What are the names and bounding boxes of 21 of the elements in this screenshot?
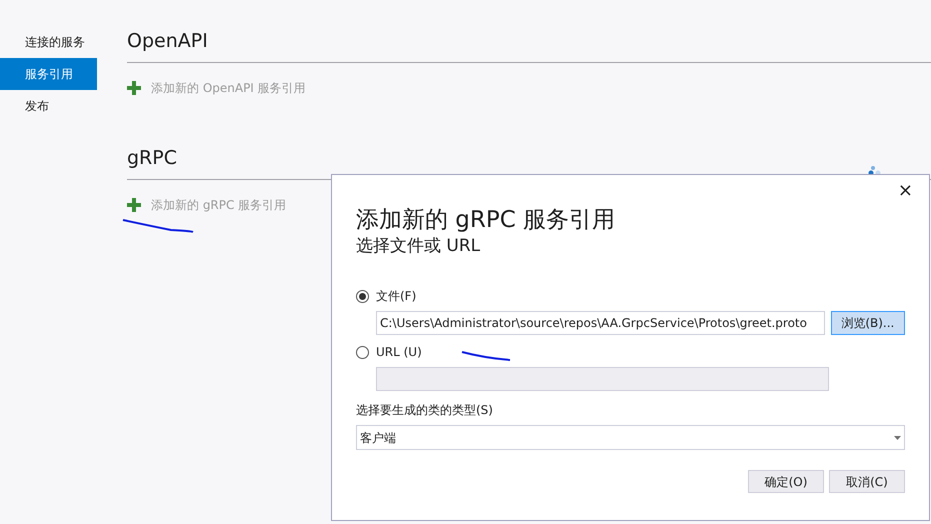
type-dropdown[interactable]: 客户端	[356, 425, 905, 450]
plus-icon	[127, 81, 141, 95]
close-button[interactable]: ×	[894, 181, 917, 201]
section-heading: OpenAPI	[127, 29, 208, 54]
dialog-subtitle: 选择文件或 URL	[356, 235, 482, 257]
field-label: 选择要生成的类的类型(S)	[356, 402, 494, 419]
section-heading: gRPC	[127, 146, 177, 171]
dialog-button[interactable]: 确定(O)	[748, 470, 824, 493]
dropdown-arrow-icon	[894, 436, 901, 440]
plus-icon	[127, 198, 141, 212]
sidebar-item[interactable]: 服务引用	[0, 58, 97, 90]
dialog-button[interactable]: 取消(C)	[829, 470, 905, 493]
radio-label: 文件(F)	[376, 288, 416, 305]
input-field[interactable]: C:\Users\Administrator\source\repos\AA.GrpcService\Protos\greet.proto	[376, 311, 825, 335]
sidebar-item[interactable]: 连接的服务	[0, 26, 97, 58]
browse-button[interactable]: 浏览(B)...	[830, 311, 905, 335]
radio-button[interactable]	[356, 290, 369, 302]
pen-underline-mark	[460, 350, 512, 362]
sidebar-item[interactable]: 发布	[0, 90, 97, 122]
radio-label: URL (U)	[376, 344, 422, 361]
dialog-title: 添加新的 gRPC 服务引用	[356, 206, 616, 235]
